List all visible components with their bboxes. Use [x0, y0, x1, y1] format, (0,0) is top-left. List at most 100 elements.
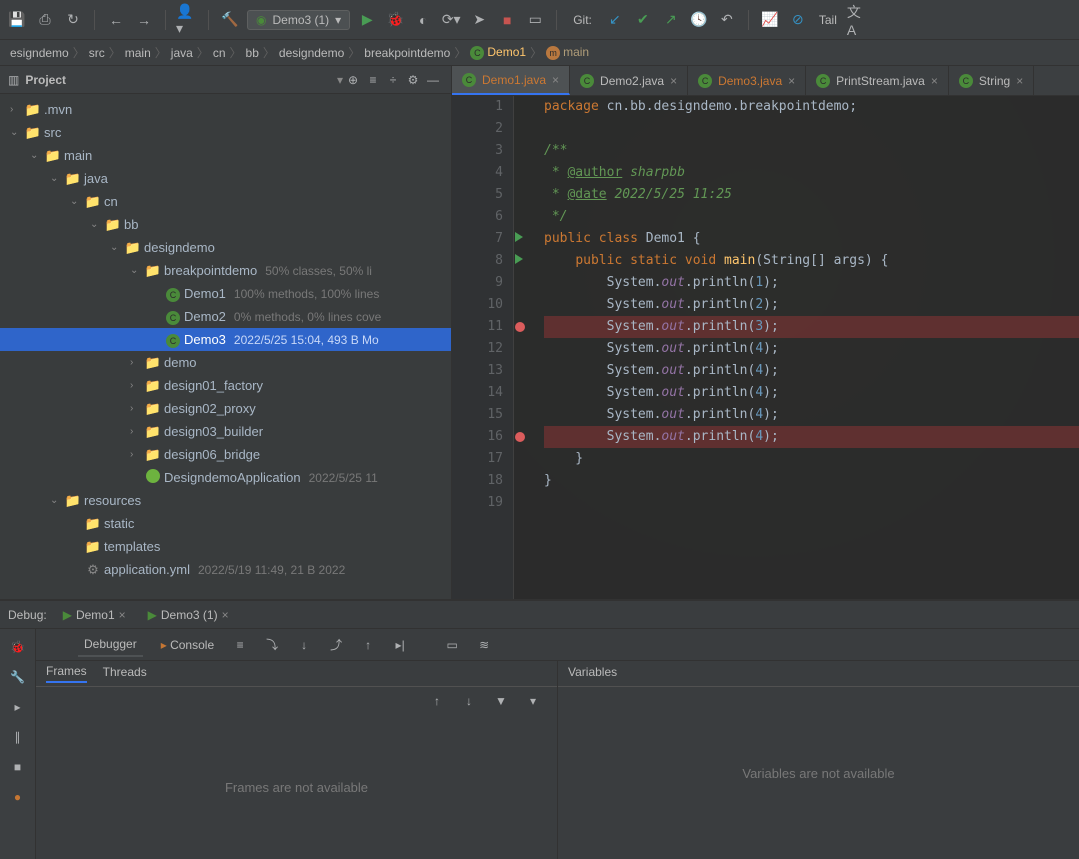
gutter-line[interactable]: 17	[452, 448, 503, 470]
code-line[interactable]: package cn.bb.designdemo.breakpointdemo;	[544, 96, 1079, 118]
git-push-icon[interactable]: ↗	[660, 9, 682, 31]
code-line[interactable]	[544, 118, 1079, 140]
breakpoint-icon[interactable]	[515, 322, 525, 332]
code-line[interactable]: */	[544, 206, 1079, 228]
project-view-icon[interactable]: ▥	[8, 73, 19, 87]
code-line[interactable]: public class Demo1 {	[544, 228, 1079, 250]
save-icon[interactable]: 💾	[6, 9, 28, 31]
user-icon[interactable]: 👤▾	[176, 9, 198, 31]
tree-item-bb[interactable]: ⌄📁bb	[0, 213, 451, 236]
hide-icon[interactable]: —	[423, 70, 443, 90]
git-rollback-icon[interactable]: ↶	[716, 9, 738, 31]
gutter-line[interactable]: 11	[452, 316, 503, 338]
rerun-icon[interactable]: 🐞	[6, 635, 30, 659]
editor-tab-demo2.java[interactable]: CDemo2.java×	[570, 66, 688, 95]
coverage-icon[interactable]: ◐	[412, 9, 434, 31]
back-icon[interactable]: ←	[105, 9, 127, 31]
stop-icon[interactable]: ■	[6, 755, 30, 779]
save-all-icon[interactable]: ⎙	[34, 9, 56, 31]
code-line[interactable]: }	[544, 470, 1079, 492]
gutter-line[interactable]: 2	[452, 118, 503, 140]
code-line[interactable]	[544, 492, 1079, 514]
close-icon[interactable]: ×	[552, 73, 559, 87]
tree-item-.mvn[interactable]: ›📁.mvn	[0, 98, 451, 121]
tree-item-resources[interactable]: ⌄📁resources	[0, 489, 451, 512]
gutter-line[interactable]: 4	[452, 162, 503, 184]
gutter-line[interactable]: 8	[452, 250, 503, 272]
hammer-icon[interactable]: 🔨	[219, 9, 241, 31]
gutter-line[interactable]: 10	[452, 294, 503, 316]
refresh-icon[interactable]: ↻	[62, 9, 84, 31]
code-line[interactable]: * @date 2022/5/25 11:25	[544, 184, 1079, 206]
code-line[interactable]: System.out.println(4);	[544, 382, 1079, 404]
collapse-icon[interactable]: ÷	[383, 70, 403, 90]
gutter-line[interactable]: 15	[452, 404, 503, 426]
git-commit-icon[interactable]: ✔	[632, 9, 654, 31]
code-content[interactable]: package cn.bb.designdemo.breakpointdemo;…	[514, 96, 1079, 599]
stop-icon[interactable]: ■	[496, 9, 518, 31]
breadcrumb-item[interactable]: mmain	[542, 45, 593, 60]
variables-tab[interactable]: Variables	[568, 665, 617, 682]
run-icon[interactable]: ▶	[356, 9, 378, 31]
close-icon[interactable]: ×	[222, 608, 229, 622]
debugger-tab[interactable]: Debugger	[78, 633, 143, 657]
run-config-selector[interactable]: ◉ Demo3 (1) ▾	[247, 10, 350, 30]
breadcrumb-item[interactable]: main	[121, 46, 155, 60]
close-icon[interactable]: ×	[1016, 74, 1023, 88]
more-icon[interactable]: ▾	[521, 689, 545, 713]
editor-gutter[interactable]: 12345678910111213141516171819	[452, 96, 514, 599]
gutter-line[interactable]: 7	[452, 228, 503, 250]
threads-tab[interactable]: Threads	[103, 665, 147, 682]
breadcrumb-item[interactable]: esigndemo	[6, 46, 73, 60]
step-over-icon[interactable]: ≡	[228, 633, 252, 657]
editor-tab-demo3.java[interactable]: CDemo3.java×	[688, 66, 806, 95]
editor-tab-printstream.java[interactable]: CPrintStream.java×	[806, 66, 949, 95]
run-gutter-icon[interactable]	[515, 232, 523, 242]
git-history-icon[interactable]: 🕓	[688, 9, 710, 31]
gutter-line[interactable]: 6	[452, 206, 503, 228]
close-icon[interactable]: ×	[119, 608, 126, 622]
gutter-line[interactable]: 5	[452, 184, 503, 206]
breakpoints-icon[interactable]: ●	[6, 785, 30, 809]
tree-item-design03_builder[interactable]: ›📁design03_builder	[0, 420, 451, 443]
attach-icon[interactable]: ➤	[468, 9, 490, 31]
tree-item-demo1[interactable]: CDemo1100% methods, 100% lines	[0, 282, 451, 305]
breadcrumb-item[interactable]: bb	[242, 46, 263, 60]
gutter-line[interactable]: 13	[452, 360, 503, 382]
tree-item-main[interactable]: ⌄📁main	[0, 144, 451, 167]
tree-item-cn[interactable]: ⌄📁cn	[0, 190, 451, 213]
settings-icon[interactable]: ⚙	[403, 70, 423, 90]
step-into-icon[interactable]: ⤵	[260, 633, 284, 657]
profile-icon[interactable]: ⟳▾	[440, 9, 462, 31]
gutter-line[interactable]: 19	[452, 492, 503, 514]
tree-item-demo[interactable]: ›📁demo	[0, 351, 451, 374]
tree-item-design01_factory[interactable]: ›📁design01_factory	[0, 374, 451, 397]
locate-icon[interactable]: ⊕	[343, 70, 363, 90]
git-pull-icon[interactable]: ↙	[604, 9, 626, 31]
tree-item-design06_bridge[interactable]: ›📁design06_bridge	[0, 443, 451, 466]
close-icon[interactable]: ×	[931, 74, 938, 88]
tree-item-designdemo[interactable]: ⌄📁designdemo	[0, 236, 451, 259]
code-line[interactable]: * @author sharpbb	[544, 162, 1079, 184]
tree-item-src[interactable]: ⌄📁src	[0, 121, 451, 144]
code-line[interactable]: System.out.println(1);	[544, 272, 1079, 294]
breadcrumb-item[interactable]: java	[167, 46, 197, 60]
code-line[interactable]: System.out.println(4);	[544, 360, 1079, 382]
tree-item-designdemoapplication[interactable]: DesigndemoApplication2022/5/25 11	[0, 466, 451, 489]
tree-item-application.yml[interactable]: ⚙application.yml2022/5/19 11:49, 21 B 20…	[0, 558, 451, 581]
close-icon[interactable]: ×	[788, 74, 795, 88]
step-out-icon[interactable]: ⤴	[324, 633, 348, 657]
debug-session-demo1[interactable]: ▶ Demo1 ×	[57, 608, 132, 622]
breadcrumb-item[interactable]: designdemo	[275, 46, 348, 60]
code-line[interactable]: System.out.println(2);	[544, 294, 1079, 316]
modify-icon[interactable]: 🔧	[6, 665, 30, 689]
project-tree[interactable]: ›📁.mvn⌄📁src⌄📁main⌄📁java⌄📁cn⌄📁bb⌄📁designd…	[0, 94, 451, 599]
translate-icon[interactable]: 文A	[847, 9, 869, 31]
tree-item-java[interactable]: ⌄📁java	[0, 167, 451, 190]
prev-frame-icon[interactable]: ↑	[425, 689, 449, 713]
tree-item-breakpointdemo[interactable]: ⌄📁breakpointdemo50% classes, 50% li	[0, 259, 451, 282]
editor-tab-demo1.java[interactable]: CDemo1.java×	[452, 66, 570, 95]
no-icon[interactable]: ⊘	[787, 9, 809, 31]
breadcrumb-item[interactable]: CDemo1	[466, 45, 530, 60]
console-tab[interactable]: ▸ Console	[155, 634, 220, 656]
